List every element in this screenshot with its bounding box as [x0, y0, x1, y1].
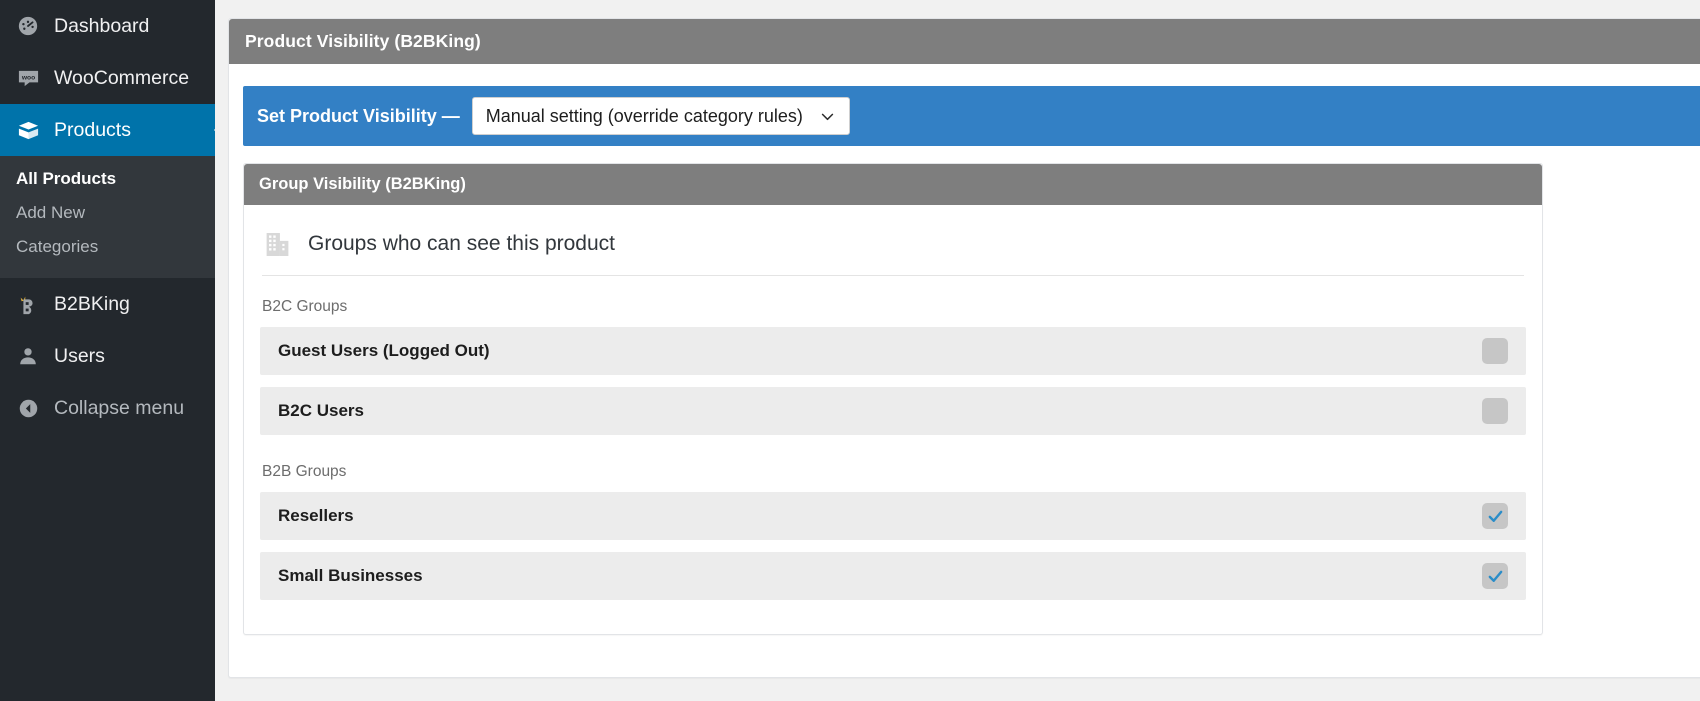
group-name: Small Businesses	[278, 566, 423, 585]
group-category-label: B2C Groups	[262, 298, 348, 315]
sidebar-item-label: WooCommerce	[54, 66, 190, 89]
sidebar-item-collapse-menu[interactable]: Collapse menu	[0, 382, 215, 434]
product-visibility-selected-value: Manual setting (override category rules)	[485, 105, 803, 126]
table-row[interactable]: Resellers	[260, 492, 1526, 540]
sidebar-item-label: Collapse menu	[54, 396, 185, 419]
group-name: B2C Users	[278, 401, 364, 420]
product-visibility-panel: Product Visibility (B2BKing) Set Product…	[228, 18, 1700, 678]
sidebar-item-label: Dashboard	[54, 14, 150, 37]
sidebar-item-products[interactable]: Products	[0, 104, 215, 156]
svg-text:woo: woo	[20, 74, 34, 81]
group-visibility-title: Group Visibility (B2BKing)	[244, 164, 1542, 205]
products-submenu: All Products Add New Categories	[0, 156, 215, 278]
group-name: Guest Users (Logged Out)	[278, 341, 490, 360]
submenu-item-all-products[interactable]: All Products	[0, 162, 215, 196]
groups-section-title-text: Groups who can see this product	[308, 232, 616, 255]
group-category-label: B2B Groups	[262, 463, 347, 480]
building-icon	[262, 229, 292, 259]
group-visibility-body: Groups who can see this product B2C Grou…	[244, 205, 1542, 634]
sidebar-item-label: Users	[54, 344, 105, 367]
table-row[interactable]: Small Businesses	[260, 552, 1526, 600]
sidebar-item-b2bking[interactable]: B2BKing	[0, 278, 215, 330]
sidebar-item-woocommerce[interactable]: woo WooCommerce	[0, 52, 215, 104]
admin-sidebar: Dashboard woo WooCommerce Products All P…	[0, 0, 215, 701]
group-visibility-panel: Group Visibility (B2BKing) Groups who ca…	[243, 163, 1543, 635]
sidebar-item-label: Products	[54, 118, 131, 141]
sidebar-item-label: B2BKing	[54, 292, 130, 315]
main-content: Product Visibility (B2BKing) Set Product…	[215, 0, 1700, 701]
panel-title: Product Visibility (B2BKing)	[229, 19, 1700, 64]
product-visibility-select[interactable]: Manual setting (override category rules)	[471, 97, 850, 135]
submenu-item-add-new[interactable]: Add New	[0, 196, 215, 230]
woocommerce-icon: woo	[16, 66, 40, 90]
section-divider	[262, 275, 1524, 276]
admin-screen: Dashboard woo WooCommerce Products All P…	[0, 0, 1700, 701]
table-row[interactable]: B2C Users	[260, 387, 1526, 435]
groups-section-title: Groups who can see this product	[260, 223, 1526, 275]
group-visibility-checkbox[interactable]	[1482, 338, 1508, 364]
sidebar-item-users[interactable]: Users	[0, 330, 215, 382]
set-product-visibility-bar: Set Product Visibility — Manual setting …	[243, 86, 1700, 146]
sidebar-item-dashboard[interactable]: Dashboard	[0, 0, 215, 52]
collapse-arrow-icon	[16, 396, 40, 420]
users-icon	[16, 344, 40, 368]
group-visibility-checkbox[interactable]	[1482, 398, 1508, 424]
set-product-visibility-label: Set Product Visibility —	[257, 105, 460, 126]
chevron-down-icon	[819, 108, 836, 125]
group-visibility-checkbox[interactable]	[1482, 503, 1508, 529]
panel-body: Set Product Visibility — Manual setting …	[229, 64, 1700, 653]
table-row[interactable]: Guest Users (Logged Out)	[260, 327, 1526, 375]
products-box-icon	[16, 118, 40, 142]
b2bking-icon	[16, 292, 40, 316]
submenu-item-categories[interactable]: Categories	[0, 230, 215, 264]
group-name: Resellers	[278, 506, 354, 525]
dashboard-icon	[16, 14, 40, 38]
group-visibility-checkbox[interactable]	[1482, 563, 1508, 589]
